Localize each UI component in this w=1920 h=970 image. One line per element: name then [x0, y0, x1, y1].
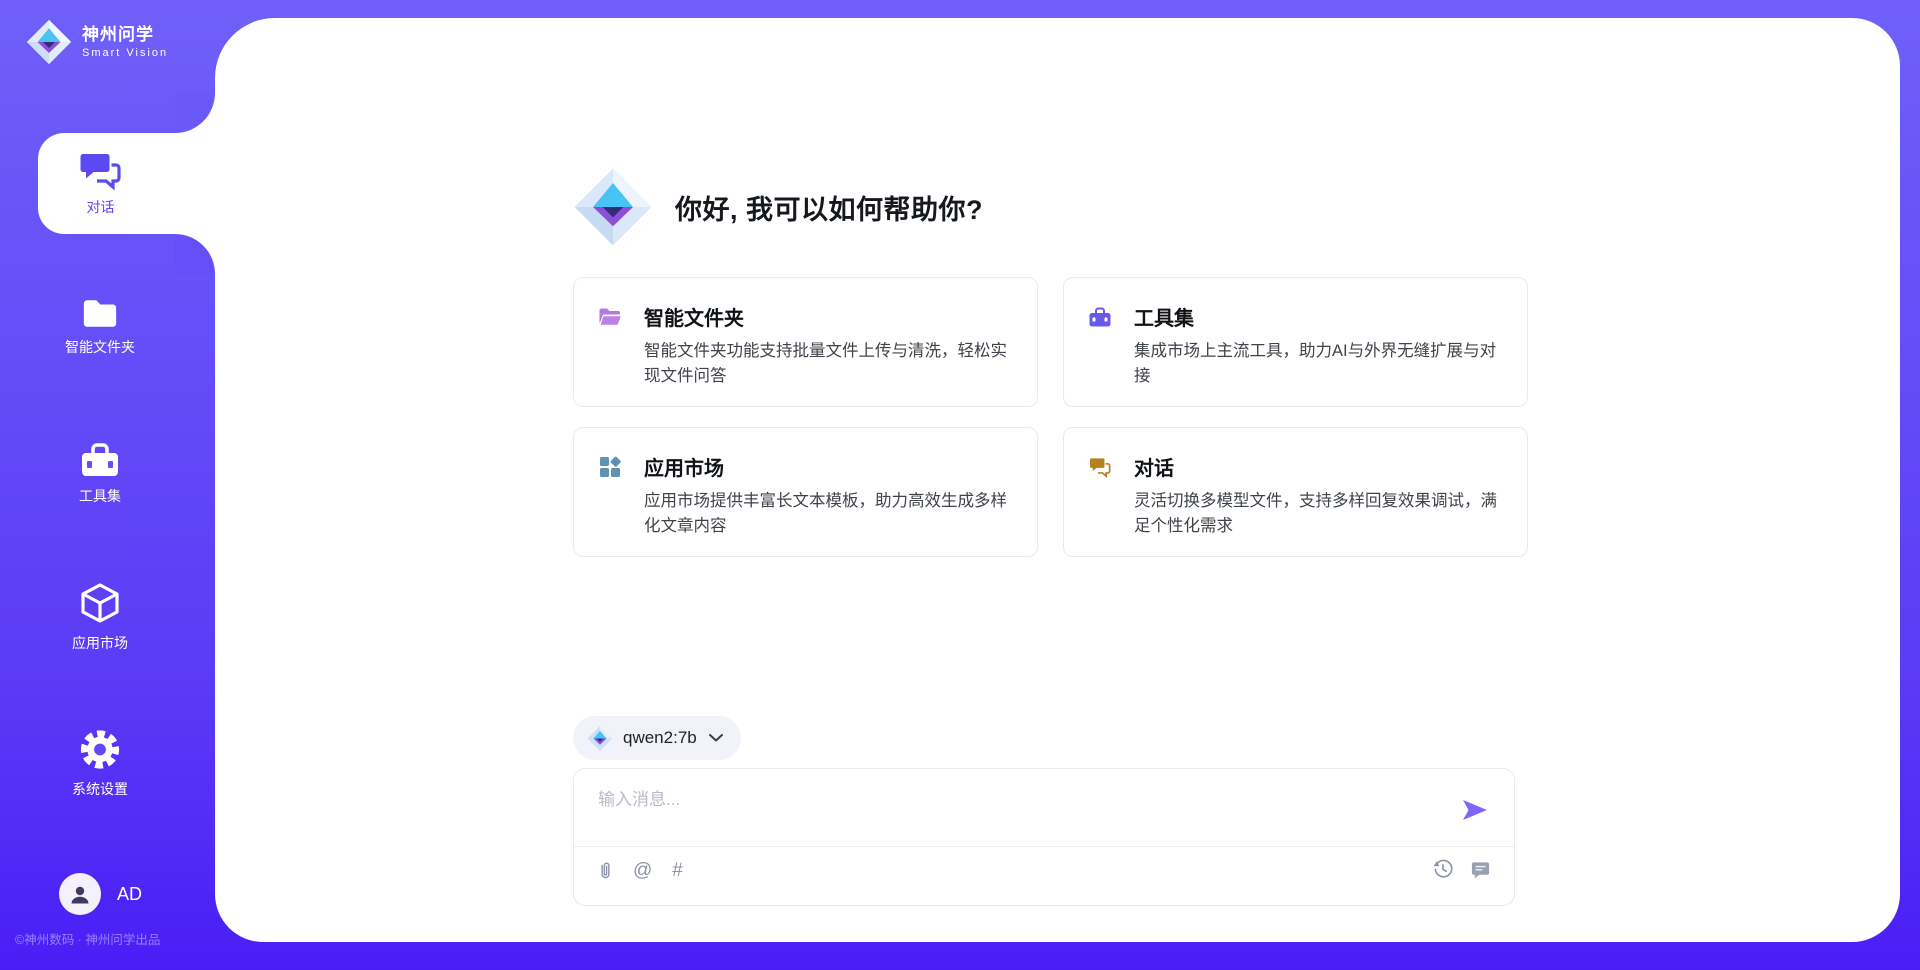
composer-divider	[574, 846, 1514, 847]
attach-file-button[interactable]	[598, 859, 613, 882]
open-folder-icon	[598, 306, 622, 328]
sidebar-item-settings[interactable]: 系统设置	[0, 727, 200, 799]
folder-icon	[81, 297, 119, 330]
card-description: 智能文件夹功能支持批量文件上传与清洗，轻松实现文件问答	[644, 339, 1013, 389]
diamond-logo-icon	[573, 165, 653, 249]
composer-tools: @ #	[598, 859, 683, 882]
toolbox-icon	[79, 441, 121, 479]
copyright-footer: ©神州数码 · 神州问学出品	[15, 929, 160, 948]
card-description: 应用市场提供丰富长文本模板，助力高效生成多样化文章内容	[644, 489, 1013, 539]
chat-bubbles-icon	[1088, 456, 1112, 478]
app-tagline: Smart Vision	[82, 47, 168, 59]
app-grid-icon	[598, 456, 622, 478]
diamond-logo-icon	[587, 725, 613, 752]
card-toolset[interactable]: 工具集 集成市场上主流工具，助力AI与外界无缝扩展与对接	[1063, 277, 1528, 407]
card-app-market[interactable]: 应用市场 应用市场提供丰富长文本模板，助力高效生成多样化文章内容	[573, 427, 1038, 557]
tab-notch-bottom	[175, 234, 215, 274]
sidebar: 神州问学 Smart Vision 对话 智能文件夹 工具集	[0, 0, 215, 970]
sidebar-item-app-market[interactable]: 应用市场	[0, 581, 200, 653]
diamond-logo-icon	[26, 18, 72, 66]
app-logo: 神州问学 Smart Vision	[26, 18, 168, 66]
chat-icon	[78, 150, 124, 192]
content-column: 你好, 我可以如何帮助你? 智能文件夹 智能文件夹功能支持批量文件上传与清洗，轻…	[573, 18, 1515, 906]
toolbox-icon	[1088, 306, 1112, 328]
cube-icon	[79, 582, 121, 626]
topic-button[interactable]: #	[672, 861, 683, 880]
sidebar-item-toolset[interactable]: 工具集	[0, 437, 200, 509]
user-name: AD	[117, 884, 142, 905]
sidebar-item-label: 系统设置	[72, 779, 128, 799]
sidebar-item-label: 应用市场	[72, 633, 128, 653]
sidebar-item-label: 智能文件夹	[65, 337, 135, 357]
history-icon	[1433, 859, 1453, 879]
composer-right-tools	[1433, 859, 1490, 879]
feature-cards: 智能文件夹 智能文件夹功能支持批量文件上传与清洗，轻松实现文件问答 工具集 集成…	[573, 277, 1515, 557]
sidebar-item-smart-folder[interactable]: 智能文件夹	[0, 291, 200, 363]
message-composer: @ #	[573, 768, 1515, 906]
card-title: 对话	[1134, 452, 1174, 481]
app-name: 神州问学	[82, 25, 168, 45]
mention-button[interactable]: @	[633, 861, 652, 880]
message-input[interactable]	[598, 785, 1458, 841]
gear-icon	[77, 727, 123, 772]
user-profile[interactable]: AD	[59, 873, 142, 915]
card-title: 工具集	[1134, 302, 1194, 331]
model-name: qwen2:7b	[623, 728, 697, 748]
card-description: 集成市场上主流工具，助力AI与外界无缝扩展与对接	[1134, 339, 1503, 389]
chevron-down-icon	[709, 734, 723, 742]
sidebar-item-label: 对话	[87, 197, 115, 217]
avatar	[59, 873, 101, 915]
chat-bubble-icon	[1471, 860, 1490, 879]
send-icon[interactable]	[1462, 799, 1488, 821]
greeting-text: 你好, 我可以如何帮助你?	[675, 188, 983, 227]
greeting: 你好, 我可以如何帮助你?	[573, 165, 1515, 249]
card-title: 应用市场	[644, 452, 724, 481]
sidebar-item-label: 工具集	[79, 486, 121, 506]
card-title: 智能文件夹	[644, 302, 744, 331]
model-selector[interactable]: qwen2:7b	[573, 716, 741, 760]
person-icon	[68, 882, 92, 906]
feedback-button[interactable]	[1471, 860, 1490, 879]
main-content: 你好, 我可以如何帮助你? 智能文件夹 智能文件夹功能支持批量文件上传与清洗，轻…	[215, 18, 1900, 942]
history-button[interactable]	[1433, 859, 1453, 879]
sidebar-item-chat[interactable]: 对话	[38, 133, 215, 234]
paperclip-icon	[598, 859, 613, 882]
card-description: 灵活切换多模型文件，支持多样回复效果调试，满足个性化需求	[1134, 489, 1503, 539]
card-smart-folder[interactable]: 智能文件夹 智能文件夹功能支持批量文件上传与清洗，轻松实现文件问答	[573, 277, 1038, 407]
card-chat[interactable]: 对话 灵活切换多模型文件，支持多样回复效果调试，满足个性化需求	[1063, 427, 1528, 557]
tab-notch-top	[175, 93, 215, 133]
